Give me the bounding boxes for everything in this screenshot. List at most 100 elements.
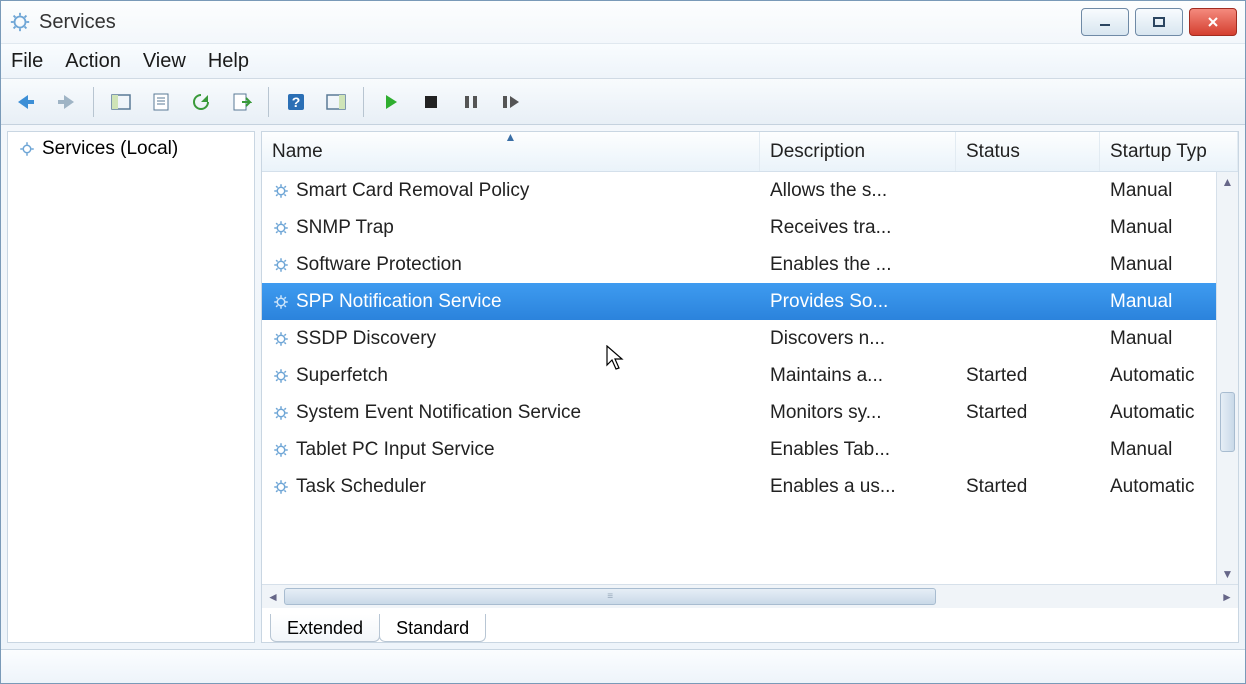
toolbar: ? — [1, 79, 1245, 125]
service-name: Smart Card Removal Policy — [296, 180, 529, 202]
service-name-cell: Software Protection — [262, 254, 760, 276]
gear-icon — [272, 441, 290, 459]
service-row[interactable]: SSDP DiscoveryDiscovers n...Manual — [262, 320, 1238, 357]
service-name: System Event Notification Service — [296, 402, 581, 424]
menu-action[interactable]: Action — [65, 50, 121, 73]
scrollbar-thumb[interactable] — [1220, 392, 1235, 452]
gear-icon — [272, 330, 290, 348]
gear-icon — [272, 256, 290, 274]
service-name-cell: SSDP Discovery — [262, 328, 760, 350]
service-description-cell: Enables a us... — [760, 476, 956, 498]
service-name-cell: Tablet PC Input Service — [262, 439, 760, 461]
horizontal-scrollbar[interactable]: ◄ ≡ ► — [262, 584, 1238, 608]
window-title: Services — [39, 11, 1081, 34]
services-window: Services File Action View Help — [0, 0, 1246, 684]
toolbar-separator — [93, 87, 94, 117]
statusbar — [1, 649, 1245, 683]
toolbar-separator — [363, 87, 364, 117]
service-name-cell: System Event Notification Service — [262, 402, 760, 424]
column-header-startup-type[interactable]: Startup Typ — [1100, 132, 1238, 171]
service-row[interactable]: System Event Notification Service Monitor… — [262, 394, 1238, 431]
maximize-button[interactable] — [1135, 8, 1183, 36]
menu-help[interactable]: Help — [208, 50, 249, 73]
minimize-button[interactable] — [1081, 8, 1129, 36]
service-status-cell: Started — [956, 402, 1100, 424]
tab-standard[interactable]: Standard — [379, 614, 486, 642]
window-controls — [1081, 8, 1237, 36]
forward-button[interactable] — [49, 85, 83, 119]
service-row[interactable]: Tablet PC Input ServiceEnables Tab...Man… — [262, 431, 1238, 468]
gear-icon — [272, 478, 290, 496]
restart-service-button[interactable] — [494, 85, 528, 119]
service-name: SSDP Discovery — [296, 328, 436, 350]
service-status-cell: Started — [956, 476, 1100, 498]
service-description-cell: Allows the s... — [760, 180, 956, 202]
view-tabs: Extended Standard — [262, 608, 1238, 642]
services-app-icon — [9, 11, 31, 33]
sort-ascending-icon: ▲ — [505, 130, 517, 144]
column-headers: Name ▲ Description Status Startup Typ — [262, 132, 1238, 172]
menubar: File Action View Help — [1, 43, 1245, 79]
service-name: Software Protection — [296, 254, 462, 276]
gear-icon — [272, 182, 290, 200]
service-name: SNMP Trap — [296, 217, 394, 239]
scroll-left-arrow-icon[interactable]: ◄ — [262, 585, 284, 608]
service-row[interactable]: Smart Card Removal Policy Allows the s...… — [262, 172, 1238, 209]
gear-icon — [18, 140, 36, 158]
scroll-down-arrow-icon[interactable]: ▼ — [1217, 564, 1238, 584]
menu-file[interactable]: File — [11, 50, 43, 73]
service-name-cell: SNMP Trap — [262, 217, 760, 239]
export-list-button[interactable] — [224, 85, 258, 119]
service-description-cell: Maintains a... — [760, 365, 956, 387]
service-row[interactable]: SNMP TrapReceives tra...Manual — [262, 209, 1238, 246]
console-tree: Services (Local) — [7, 131, 255, 643]
service-name-cell: SPP Notification Service — [262, 291, 760, 313]
properties-button[interactable] — [144, 85, 178, 119]
pause-service-button[interactable] — [454, 85, 488, 119]
service-name: SPP Notification Service — [296, 291, 502, 313]
service-name: Superfetch — [296, 365, 388, 387]
tree-item-label: Services (Local) — [42, 138, 178, 160]
service-row[interactable]: Task SchedulerEnables a us...StartedAuto… — [262, 468, 1238, 505]
back-button[interactable] — [9, 85, 43, 119]
service-row[interactable]: SPP Notification ServiceProvides So...Ma… — [262, 283, 1238, 320]
show-hide-action-pane-button[interactable] — [319, 85, 353, 119]
tree-item-services-local[interactable]: Services (Local) — [14, 136, 248, 162]
column-header-status[interactable]: Status — [956, 132, 1100, 171]
start-service-button[interactable] — [374, 85, 408, 119]
help-button[interactable]: ? — [279, 85, 313, 119]
column-header-name[interactable]: Name ▲ — [262, 132, 760, 171]
titlebar: Services — [1, 1, 1245, 43]
service-description-cell: Provides So... — [760, 291, 956, 313]
scrollbar-track[interactable]: ≡ — [284, 585, 1216, 608]
service-name: Task Scheduler — [296, 476, 426, 498]
gear-icon — [272, 404, 290, 422]
scroll-right-arrow-icon[interactable]: ► — [1216, 585, 1238, 608]
svg-text:?: ? — [292, 94, 301, 110]
stop-service-button[interactable] — [414, 85, 448, 119]
service-name-cell: Task Scheduler — [262, 476, 760, 498]
service-name: Tablet PC Input Service — [296, 439, 495, 461]
scrollbar-thumb[interactable]: ≡ — [284, 588, 936, 605]
service-description-cell: Receives tra... — [760, 217, 956, 239]
service-status-cell: Started — [956, 365, 1100, 387]
service-description-cell: Monitors sy... — [760, 402, 956, 424]
service-description-cell: Enables Tab... — [760, 439, 956, 461]
close-button[interactable] — [1189, 8, 1237, 36]
gear-icon — [272, 219, 290, 237]
tab-extended[interactable]: Extended — [270, 614, 380, 642]
services-list-panel: Name ▲ Description Status Startup Typ Sm… — [261, 131, 1239, 643]
service-description-cell: Enables the ... — [760, 254, 956, 276]
body: Services (Local) Name ▲ Description Stat… — [1, 125, 1245, 649]
vertical-scrollbar[interactable]: ▲ ▼ — [1216, 172, 1238, 584]
service-row[interactable]: Software ProtectionEnables the ...Manual — [262, 246, 1238, 283]
service-row[interactable]: SuperfetchMaintains a...StartedAutomatic — [262, 357, 1238, 394]
toolbar-separator — [268, 87, 269, 117]
scroll-up-arrow-icon[interactable]: ▲ — [1217, 172, 1238, 192]
show-hide-console-tree-button[interactable] — [104, 85, 138, 119]
menu-view[interactable]: View — [143, 50, 186, 73]
column-header-description[interactable]: Description — [760, 132, 956, 171]
refresh-button[interactable] — [184, 85, 218, 119]
gear-icon — [272, 293, 290, 311]
service-name-cell: Superfetch — [262, 365, 760, 387]
